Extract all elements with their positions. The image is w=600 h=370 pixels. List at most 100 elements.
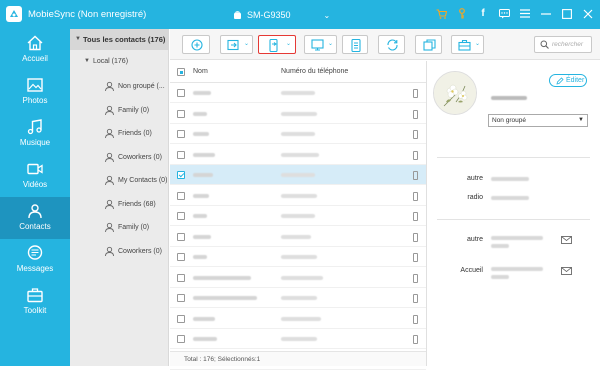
- device-icon: [413, 232, 418, 242]
- person-icon: [104, 199, 115, 210]
- table-row[interactable]: [170, 288, 426, 308]
- row-checkbox[interactable]: [177, 171, 185, 179]
- search-icon: [540, 40, 549, 49]
- device-icon: [413, 335, 418, 344]
- contact-name-cell: [193, 296, 257, 300]
- close-icon[interactable]: [582, 7, 594, 20]
- key-icon[interactable]: [456, 7, 468, 20]
- tree-group-item[interactable]: Friends (68): [70, 197, 169, 213]
- row-checkbox[interactable]: [177, 150, 185, 159]
- row-checkbox[interactable]: [177, 253, 185, 261]
- phone-cell: [281, 316, 321, 321]
- nav-contacts[interactable]: Contacts: [0, 197, 70, 239]
- person-icon: [104, 81, 115, 92]
- table-row[interactable]: [170, 206, 426, 226]
- tree-group-item[interactable]: Non groupé (...: [70, 79, 169, 95]
- tree-group-label: Friends (68): [118, 200, 156, 208]
- import-button[interactable]: ⌄: [220, 35, 253, 54]
- minimize-icon[interactable]: [540, 7, 552, 20]
- group-select[interactable]: Non groupé ▼: [488, 114, 588, 127]
- row-checkbox[interactable]: [177, 273, 185, 282]
- mail-icon[interactable]: [561, 236, 572, 244]
- android-icon: [234, 11, 241, 19]
- edit-button[interactable]: Éditer: [549, 74, 587, 87]
- row-checkbox[interactable]: [177, 191, 185, 200]
- table-row[interactable]: [170, 247, 426, 267]
- add-button[interactable]: [182, 35, 210, 54]
- person-icon: [104, 222, 115, 233]
- nav-photos[interactable]: Photos: [0, 71, 70, 113]
- nav-messages[interactable]: Messages: [0, 239, 70, 281]
- email-value: [491, 275, 509, 279]
- table-row[interactable]: [170, 186, 426, 206]
- row-checkbox[interactable]: [177, 130, 185, 138]
- row-checkbox[interactable]: [177, 294, 185, 302]
- tree-group-item[interactable]: Family (0): [70, 220, 169, 236]
- backup-button[interactable]: [342, 35, 368, 54]
- tree-group-item[interactable]: My Contacts (0): [70, 173, 169, 189]
- device-icon: [413, 212, 418, 221]
- chevron-down-icon: ⌄: [244, 41, 250, 47]
- device-icon: [413, 89, 418, 98]
- table-row[interactable]: [170, 83, 426, 103]
- chevron-down-icon: ⌄: [323, 10, 331, 20]
- music-icon: [27, 119, 42, 135]
- table-header: Nom Numéro du téléphone: [170, 61, 426, 83]
- chat-icon[interactable]: [498, 7, 510, 20]
- device-selector[interactable]: SM-G9350 ⌄: [233, 8, 330, 22]
- row-checkbox[interactable]: [177, 89, 185, 97]
- row-checkbox[interactable]: [177, 335, 185, 343]
- expand-arrow-icon: ▼: [75, 36, 81, 42]
- menu-icon[interactable]: [519, 7, 531, 20]
- status-text: Total : 176; Sélectionnés:1: [184, 356, 261, 363]
- facebook-icon[interactable]: f: [477, 7, 489, 20]
- tree-group-item[interactable]: Friends (0): [70, 126, 169, 142]
- table-row[interactable]: [170, 165, 426, 185]
- device-icon: [413, 150, 418, 160]
- export-to-pc-button[interactable]: ⌄: [304, 35, 337, 54]
- tree-group-item[interactable]: Coworkers (0): [70, 150, 169, 166]
- edit-label: Éditer: [566, 77, 585, 84]
- table-row[interactable]: [170, 124, 426, 144]
- nav-label: Musique: [19, 138, 51, 147]
- row-checkbox[interactable]: [177, 314, 185, 323]
- cart-icon[interactable]: [435, 7, 447, 20]
- table-row[interactable]: [170, 104, 426, 124]
- table-row[interactable]: [170, 145, 426, 165]
- table-row[interactable]: [170, 329, 426, 349]
- device-icon: [413, 171, 418, 180]
- table-row[interactable]: [170, 268, 426, 288]
- row-checkbox[interactable]: [177, 232, 185, 241]
- nav-toolkit[interactable]: Toolkit: [0, 281, 70, 323]
- contact-name-cell: [193, 193, 209, 198]
- toolbox-button[interactable]: ⌄: [451, 35, 484, 54]
- contact-name-cell: [193, 234, 211, 239]
- export-to-device-button[interactable]: ⌄: [258, 35, 296, 54]
- select-all-checkbox[interactable]: [177, 68, 185, 76]
- search-input[interactable]: rechercher: [534, 36, 592, 53]
- maximize-icon[interactable]: [561, 7, 573, 20]
- tree-group-item[interactable]: Coworkers (0): [70, 244, 169, 260]
- column-phone[interactable]: Numéro du téléphone: [281, 68, 348, 75]
- tree-local[interactable]: ▼ Local (176): [70, 54, 169, 70]
- refresh-button[interactable]: [378, 35, 405, 54]
- nav-accueil[interactable]: Accueil: [0, 29, 70, 71]
- nav-label: Accueil: [22, 54, 48, 63]
- home-icon: [27, 35, 43, 51]
- row-checkbox[interactable]: [177, 212, 185, 220]
- table-row[interactable]: [170, 309, 426, 329]
- nav-videos[interactable]: Vidéos: [0, 155, 70, 197]
- toolbar: ⌄ ⌄ ⌄ ⌄ rechercher: [170, 29, 600, 60]
- search-placeholder: rechercher: [552, 41, 584, 48]
- mail-icon[interactable]: [561, 267, 572, 275]
- tree-group-label: My Contacts (0): [118, 177, 168, 184]
- nav-musique[interactable]: Musique: [0, 113, 70, 155]
- table-row[interactable]: [170, 227, 426, 247]
- row-checkbox[interactable]: [177, 109, 185, 118]
- all-contacts-header[interactable]: ▼ Tous les contacts (176): [70, 29, 169, 50]
- duplicate-button[interactable]: [415, 35, 442, 54]
- tree-group-item[interactable]: Family (0): [70, 103, 169, 119]
- column-name[interactable]: Nom: [193, 68, 208, 75]
- photo-icon: [27, 78, 43, 92]
- phone-value: [491, 196, 529, 200]
